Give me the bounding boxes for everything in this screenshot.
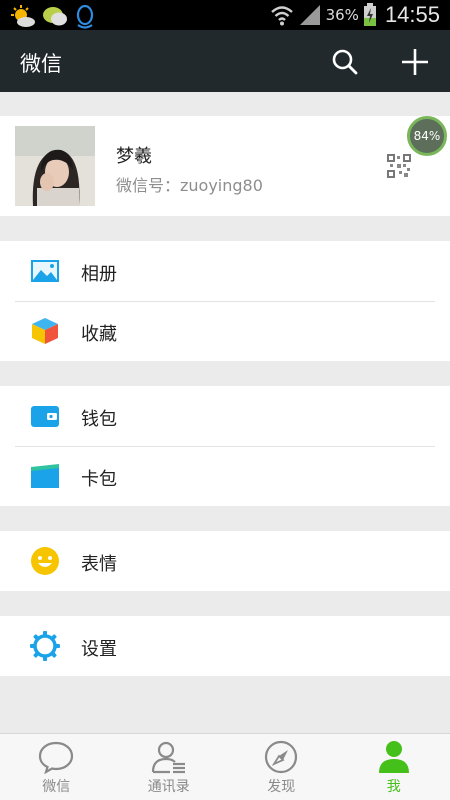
card-pack-icon [31, 464, 59, 488]
menu-label: 卡包 [81, 469, 117, 490]
tab-discover[interactable]: 发现 [225, 734, 338, 800]
cube-icon [32, 318, 58, 344]
wechat-id: 微信号：zuoying80 [116, 176, 263, 195]
profile-card[interactable]: 梦羲 微信号：zuoying80 [0, 116, 450, 216]
tab-chats[interactable]: 微信 [0, 734, 113, 800]
contacts-icon [151, 741, 185, 774]
gear-icon [30, 631, 60, 661]
album-icon [31, 260, 59, 282]
status-bar: 36% 14:55 [0, 0, 450, 30]
weather-icon [11, 5, 35, 27]
menu-item-favorites[interactable]: 收藏 [0, 301, 450, 361]
plus-icon[interactable] [399, 46, 431, 78]
chat-bubble-icon [38, 741, 74, 774]
notification-icons [10, 3, 96, 29]
menu-group-stickers: 表情 [0, 531, 450, 591]
search-icon[interactable] [330, 47, 360, 77]
memory-usage-badge[interactable]: 84% [407, 116, 447, 156]
menu-group-wallet: 钱包 卡包 [0, 386, 450, 506]
wallet-icon [31, 406, 59, 427]
wifi-icon [270, 6, 293, 26]
avatar[interactable] [15, 126, 95, 206]
wechat-notification-icon [43, 7, 67, 26]
menu-label: 设置 [81, 639, 117, 660]
qq-icon [76, 4, 94, 29]
battery-charging-icon [363, 3, 376, 26]
tab-me[interactable]: 我 [338, 734, 450, 800]
menu-item-stickers[interactable]: 表情 [0, 531, 450, 591]
tab-label: 通讯录 [147, 779, 190, 795]
menu-label: 钱包 [81, 409, 117, 430]
person-icon [378, 741, 409, 773]
smiley-icon [31, 547, 59, 575]
tab-label: 微信 [42, 779, 71, 795]
tab-label: 我 [386, 779, 401, 795]
clock: 14:55 [384, 2, 440, 27]
battery-percent: 36% [325, 6, 359, 24]
signal-icon [299, 5, 320, 25]
menu-group-settings: 设置 [0, 616, 450, 676]
menu-item-album[interactable]: 相册 [0, 241, 450, 301]
nickname: 梦羲 [116, 146, 152, 167]
title-bar: 微信 [0, 30, 450, 92]
menu-label: 收藏 [81, 324, 117, 345]
page-title: 微信 [20, 52, 62, 76]
menu-label: 表情 [81, 554, 117, 575]
bottom-tab-bar: 微信 通讯录 发现 我 [0, 733, 450, 800]
tab-label: 发现 [267, 779, 296, 795]
menu-label: 相册 [81, 264, 117, 285]
menu-group-media: 相册 收藏 [0, 241, 450, 361]
qr-code-icon[interactable] [387, 154, 411, 178]
menu-item-wallet[interactable]: 钱包 [0, 386, 450, 446]
tab-contacts[interactable]: 通讯录 [113, 734, 226, 800]
compass-icon [264, 740, 298, 774]
menu-item-settings[interactable]: 设置 [0, 616, 450, 676]
menu-item-cards[interactable]: 卡包 [0, 446, 450, 506]
